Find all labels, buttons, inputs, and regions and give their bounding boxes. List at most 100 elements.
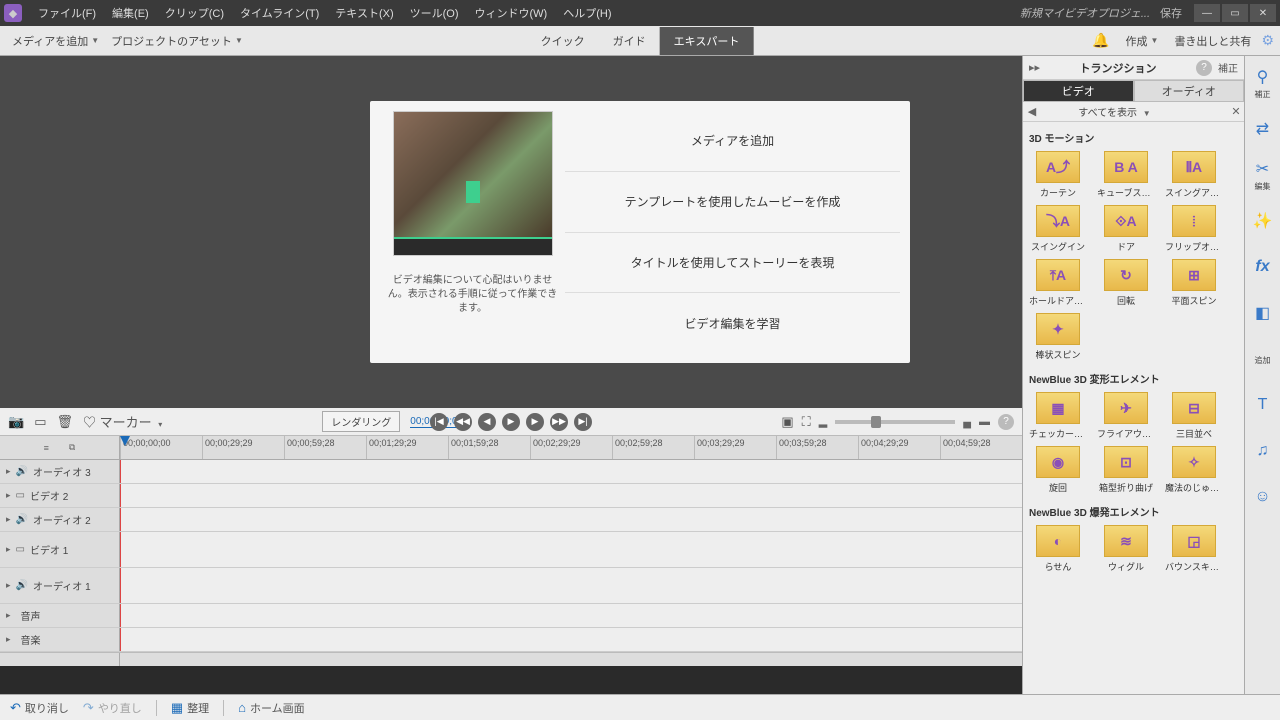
step-fwd-icon[interactable]: ▶▶ — [550, 413, 568, 431]
timeline-scrollbar[interactable] — [0, 652, 1022, 666]
filter-back-icon[interactable]: ◀ — [1023, 105, 1041, 118]
welcome-action[interactable]: タイトルを使用してストーリーを表現 — [565, 233, 900, 294]
transition-item[interactable]: ◉旋回 — [1029, 446, 1087, 494]
zoom-slider[interactable] — [835, 420, 955, 424]
audio-subtab[interactable]: オーディオ — [1134, 80, 1245, 102]
undo-button[interactable]: ↶取り消し — [10, 700, 69, 716]
next-frame-icon[interactable]: ▶ — [526, 413, 544, 431]
track-header[interactable]: ▸🔊オーディオ 1 — [0, 568, 120, 603]
close-button[interactable]: ✕ — [1250, 4, 1276, 22]
panel-collapse-icon[interactable]: ▸▸ — [1029, 61, 1040, 74]
add-tool[interactable]: 追加 — [1248, 336, 1278, 382]
track-header[interactable]: ▸▭ビデオ 2 — [0, 484, 120, 507]
gradient-tool-icon[interactable]: ◧ — [1248, 290, 1278, 336]
track-expand-icon[interactable]: ▸ — [6, 544, 11, 555]
welcome-action[interactable]: テンプレートを使用したムービーを作成 — [565, 172, 900, 233]
transition-item[interactable]: ⤒Aホールドアップ — [1029, 259, 1087, 307]
transition-item[interactable]: ⦀Aスイングアウト — [1165, 151, 1223, 199]
fit-icon[interactable]: ▬ — [979, 416, 990, 428]
project-assets-dropdown[interactable]: プロジェクトのアセット▼ — [105, 33, 249, 49]
welcome-action[interactable]: ビデオ編集を学習 — [565, 293, 900, 353]
home-button[interactable]: ⌂ホーム画面 — [238, 700, 305, 716]
transition-item[interactable]: ▦チェッカーボード — [1029, 392, 1087, 440]
track-expand-icon[interactable]: ▸ — [6, 514, 11, 525]
menu-item[interactable]: テキスト(X) — [327, 5, 401, 21]
music-tool-icon[interactable]: ♫ — [1248, 428, 1278, 474]
notification-bell-icon[interactable]: 🔔 — [1092, 32, 1109, 49]
transition-item[interactable]: ⊡箱型折り曲げ — [1097, 446, 1155, 494]
transitions-tool[interactable]: ⇄ — [1248, 106, 1278, 152]
goto-end-icon[interactable]: ▶| — [574, 413, 592, 431]
mode-tab-0[interactable]: クイック — [527, 27, 599, 55]
render-button[interactable]: レンダリング — [322, 411, 400, 432]
snap-icon[interactable]: ⧉ — [69, 442, 75, 453]
track-options-icon[interactable]: ≡ — [44, 443, 49, 453]
filter-close-icon[interactable]: ✕ — [1228, 105, 1244, 118]
transition-item[interactable]: ⊟三目並べ — [1165, 392, 1223, 440]
help-icon[interactable]: ? — [1196, 60, 1212, 76]
transition-item[interactable]: ⦙フリップオーバー — [1165, 205, 1223, 253]
correction-tab[interactable]: 補正 — [1218, 60, 1238, 75]
welcome-action[interactable]: メディアを追加 — [565, 111, 900, 172]
transition-item[interactable]: ≋ウィグル — [1097, 525, 1155, 573]
transition-item[interactable]: ↻回転 — [1097, 259, 1155, 307]
track-header[interactable]: ▸🔊オーディオ 3 — [0, 460, 120, 483]
camera-icon[interactable]: 📷 — [8, 414, 24, 430]
track-expand-icon[interactable]: ▸ — [6, 610, 11, 621]
menu-item[interactable]: ヘルプ(H) — [555, 5, 619, 21]
track-header[interactable]: ▸🔊オーディオ 2 — [0, 508, 120, 531]
redo-button[interactable]: ↷やり直し — [83, 700, 142, 716]
feedback-smile-icon[interactable]: ☺ — [1248, 474, 1278, 520]
transition-item[interactable]: ⊞平面スピン — [1165, 259, 1223, 307]
transition-item[interactable]: ✦棒状スピン — [1029, 313, 1087, 361]
track-expand-icon[interactable]: ▸ — [6, 580, 11, 591]
prev-frame-icon[interactable]: ◀ — [478, 413, 496, 431]
track-expand-icon[interactable]: ▸ — [6, 490, 11, 501]
menu-item[interactable]: タイムライン(T) — [232, 5, 327, 21]
step-back-icon[interactable]: ◀◀ — [454, 413, 472, 431]
timeline-ruler[interactable]: ≡ ⧉ 00;00;00;0000;00;29;2900;00;59;2800;… — [0, 436, 1022, 460]
transition-item[interactable]: ✧魔法のじゅうたん — [1165, 446, 1223, 494]
track-lane[interactable] — [120, 628, 1022, 651]
marker-dropdown[interactable]: ♡ マーカー ▾ — [83, 412, 162, 431]
fullscreen-icon[interactable]: ⛶ — [802, 414, 811, 430]
goto-start-icon[interactable]: |◀ — [430, 413, 448, 431]
snapshot-icon[interactable]: ▭ — [34, 414, 46, 430]
video-subtab[interactable]: ビデオ — [1023, 80, 1134, 102]
menu-item[interactable]: クリップ(C) — [157, 5, 232, 21]
minimize-button[interactable]: — — [1194, 4, 1220, 22]
save-button[interactable]: 保存 — [1160, 5, 1182, 21]
menu-item[interactable]: ウィンドウ(W) — [467, 5, 556, 21]
trash-icon[interactable]: 🗑 — [56, 414, 73, 430]
adjust-tool[interactable]: ⚲補正 — [1248, 60, 1278, 106]
text-tool-icon[interactable]: T — [1248, 382, 1278, 428]
organize-button[interactable]: ▦整理 — [171, 700, 209, 716]
track-lane[interactable] — [120, 484, 1022, 507]
transition-item[interactable]: ⤵Aスイングイン — [1029, 205, 1087, 253]
maximize-button[interactable]: ▭ — [1222, 4, 1248, 22]
safe-margin-icon[interactable]: ▣ — [781, 414, 793, 430]
transition-item[interactable]: ⟐Aドア — [1097, 205, 1155, 253]
fx-tool-icon[interactable]: fx — [1248, 244, 1278, 290]
track-lane[interactable] — [120, 568, 1022, 603]
filter-select[interactable]: すべてを表示 ▼ — [1041, 104, 1188, 119]
settings-gear-icon[interactable]: ⚙ — [1261, 32, 1274, 49]
add-media-dropdown[interactable]: メディアを追加▼ — [6, 33, 105, 49]
track-header[interactable]: ▸音楽 — [0, 628, 120, 651]
transition-item[interactable]: B Aキューブスピン — [1097, 151, 1155, 199]
transition-item[interactable]: ◲バウンスキューブ — [1165, 525, 1223, 573]
track-expand-icon[interactable]: ▸ — [6, 466, 11, 477]
track-header[interactable]: ▸▭ビデオ 1 — [0, 532, 120, 567]
export-button[interactable]: 書き出しと共有 — [1174, 33, 1251, 49]
track-expand-icon[interactable]: ▸ — [6, 634, 11, 645]
track-lane[interactable] — [120, 532, 1022, 567]
menu-item[interactable]: 編集(E) — [104, 5, 157, 21]
scissors-tool-icon[interactable]: ✂編集 — [1248, 152, 1278, 198]
zoom-out-icon[interactable]: ▂ — [819, 415, 827, 428]
play-icon[interactable]: ▶ — [502, 413, 520, 431]
transition-item[interactable]: ◐らせん — [1029, 525, 1087, 573]
track-lane[interactable] — [120, 604, 1022, 627]
zoom-in-icon[interactable]: ▄ — [963, 416, 971, 428]
mode-tab-2[interactable]: エキスパート — [660, 27, 754, 55]
mode-tab-1[interactable]: ガイド — [599, 27, 660, 55]
